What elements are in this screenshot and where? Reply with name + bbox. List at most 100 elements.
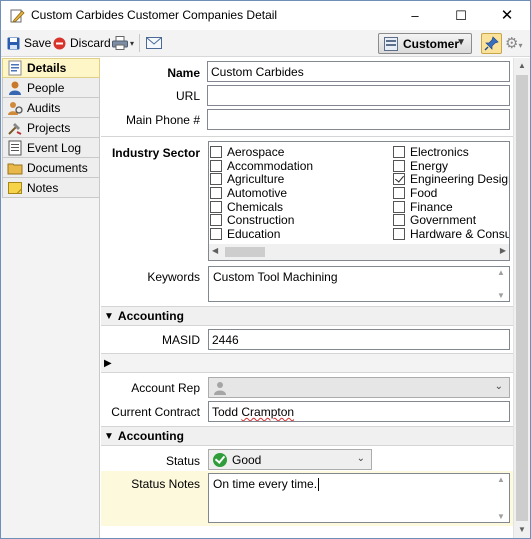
sidebar-item-notes[interactable]: Notes xyxy=(2,178,100,198)
checkbox[interactable] xyxy=(393,187,405,199)
collapse-triangle-icon: ▼ xyxy=(104,430,114,442)
checkbox-construction[interactable]: Construction xyxy=(210,213,294,227)
checkbox-engineering-design[interactable]: Engineering Design xyxy=(393,172,509,186)
main-vertical-scrollbar[interactable]: ▲ ▼ xyxy=(513,58,530,538)
current-contract-field[interactable]: Todd Crampton xyxy=(208,401,510,422)
sidebar-item-label: Notes xyxy=(27,180,59,195)
checkbox[interactable] xyxy=(210,214,222,226)
checkbox-label: Automotive xyxy=(227,186,288,200)
main-phone-label: Main Phone # xyxy=(125,113,200,127)
title-bar[interactable]: Custom Carbides Customer Companies Detai… xyxy=(1,1,530,30)
notes-icon xyxy=(7,180,23,196)
minimize-button[interactable]: – xyxy=(392,1,438,30)
url-field[interactable] xyxy=(207,85,510,106)
checkbox-food[interactable]: Food xyxy=(393,186,437,200)
check-circle-icon xyxy=(213,452,227,467)
pin-button[interactable] xyxy=(481,33,502,54)
checkbox-automotive[interactable]: Automotive xyxy=(210,186,287,200)
chevron-down-icon[interactable]: ▼ xyxy=(497,512,505,521)
checkbox-energy[interactable]: Energy xyxy=(393,159,448,173)
status-value: Good xyxy=(232,452,262,467)
name-field[interactable]: Custom Carbides xyxy=(207,61,510,82)
checkbox[interactable] xyxy=(210,201,222,213)
checkbox-accommodation[interactable]: Accommodation xyxy=(210,159,313,173)
checkbox[interactable] xyxy=(393,160,405,172)
people-icon xyxy=(7,80,23,96)
sidebar-item-label: Projects xyxy=(27,120,71,135)
keywords-field[interactable]: Custom Tool Machining ▲ ▼ xyxy=(208,266,510,302)
sidebar-item-documents[interactable]: Documents xyxy=(2,158,100,178)
checkbox-agriculture[interactable]: Agriculture xyxy=(210,172,284,186)
checkbox[interactable] xyxy=(210,173,222,185)
chevron-down-icon[interactable]: ▼ xyxy=(497,291,505,300)
checkbox-education[interactable]: Education xyxy=(210,227,280,241)
pin-icon xyxy=(482,34,501,53)
chevron-up-icon[interactable]: ▲ xyxy=(497,268,505,277)
expand-triangle-icon: ▶ xyxy=(104,357,112,369)
contract-first-name: Todd xyxy=(212,405,242,419)
industry-sector-label: Industry Sector xyxy=(111,146,200,160)
checkbox-government[interactable]: Government xyxy=(393,213,476,227)
status-notes-field[interactable]: On time every time. ▲ ▼ xyxy=(208,473,510,523)
status-dropdown[interactable]: Good ⌄ xyxy=(208,449,372,470)
status-notes-label: Status Notes xyxy=(131,477,200,491)
masid-field[interactable]: 2446 xyxy=(208,329,510,350)
view-selector-dropdown[interactable]: Customer ▼ xyxy=(378,33,472,54)
sidebar-item-projects[interactable]: Projects xyxy=(2,118,100,138)
sidebar-item-people[interactable]: People xyxy=(2,78,100,98)
checkbox[interactable] xyxy=(393,228,405,240)
settings-button[interactable]: ⚙▾ xyxy=(505,34,527,53)
sidebar-item-audits[interactable]: Audits xyxy=(2,98,100,118)
checkbox-aerospace[interactable]: Aerospace xyxy=(210,145,284,159)
sidebar-item-label: People xyxy=(27,80,65,95)
accounting-section-header[interactable]: ▼ Accounting xyxy=(101,306,513,326)
checkbox[interactable] xyxy=(393,214,405,226)
discard-button[interactable]: Discard xyxy=(53,34,111,52)
chevron-up-icon[interactable]: ▲ xyxy=(514,58,530,74)
checkbox-label: Construction xyxy=(227,213,295,227)
checkbox-finance[interactable]: Finance xyxy=(393,200,453,214)
checkbox-label: Electronics xyxy=(410,145,469,159)
checkbox-label: Energy xyxy=(410,159,449,173)
checkbox[interactable] xyxy=(393,173,405,185)
checkbox-electronics[interactable]: Electronics xyxy=(393,145,469,159)
checkbox-chemicals[interactable]: Chemicals xyxy=(210,200,283,214)
text-cursor xyxy=(318,478,320,492)
checkbox[interactable] xyxy=(393,201,405,213)
main-phone-field[interactable] xyxy=(207,109,510,130)
scrollbar-thumb[interactable] xyxy=(516,75,528,521)
account-rep-dropdown[interactable]: ⌄ xyxy=(208,377,510,398)
vertical-scrollbar[interactable]: ▲ ▼ xyxy=(495,267,509,301)
checkbox-hardware[interactable]: Hardware & Consum xyxy=(393,227,509,241)
details-icon xyxy=(7,60,23,76)
chevron-right-icon[interactable]: ▶ xyxy=(500,246,506,255)
checkbox[interactable] xyxy=(393,146,405,158)
save-button[interactable]: Save xyxy=(7,34,51,52)
horizontal-scrollbar[interactable]: ◀ ▶ xyxy=(209,244,509,260)
email-button[interactable] xyxy=(146,34,162,52)
chevron-down-icon: ⌄ xyxy=(356,453,365,464)
accounting-section-header-2[interactable]: ▼ Accounting xyxy=(101,426,513,446)
chevron-up-icon[interactable]: ▲ xyxy=(497,475,505,484)
print-button[interactable]: ▾ xyxy=(112,34,134,52)
checkbox[interactable] xyxy=(210,187,222,199)
checkbox[interactable] xyxy=(210,146,222,158)
chevron-down-icon: ⌄ xyxy=(494,381,503,392)
status-notes-value: On time every time. xyxy=(213,477,318,491)
close-button[interactable]: ✕ xyxy=(484,1,530,30)
contract-last-name: Crampton xyxy=(241,405,295,419)
checkbox[interactable] xyxy=(210,160,222,172)
scrollbar-thumb[interactable] xyxy=(225,247,265,257)
sidebar-item-details[interactable]: Details xyxy=(2,58,100,78)
checkbox-label: Accommodation xyxy=(227,159,314,173)
chevron-down-icon[interactable]: ▼ xyxy=(514,522,530,538)
collapsed-section-header[interactable]: ▶ xyxy=(101,353,513,373)
detail-window: Custom Carbides Customer Companies Detai… xyxy=(0,0,531,539)
sidebar-item-event-log[interactable]: Event Log xyxy=(2,138,100,158)
masid-label: MASID xyxy=(161,333,200,347)
view-icon xyxy=(384,36,398,51)
vertical-scrollbar[interactable]: ▲ ▼ xyxy=(495,474,509,522)
chevron-left-icon[interactable]: ◀ xyxy=(212,246,218,255)
checkbox[interactable] xyxy=(210,228,222,240)
maximize-button[interactable]: ☐ xyxy=(438,1,484,30)
